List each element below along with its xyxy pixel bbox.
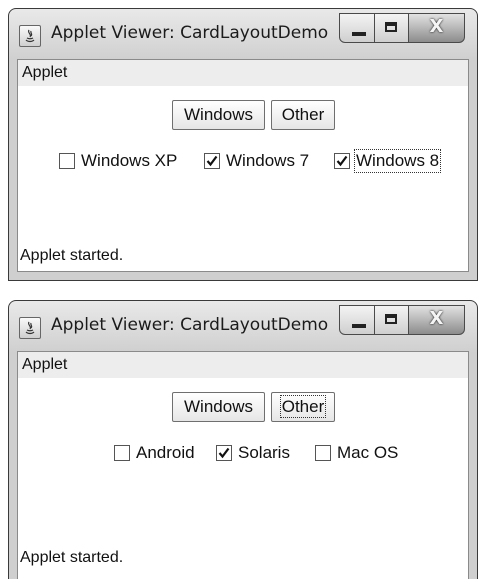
close-icon: X	[429, 308, 444, 329]
maximize-button[interactable]	[375, 13, 409, 43]
java-applet-icon	[19, 317, 41, 339]
checkbox-label: Windows 8	[353, 149, 442, 173]
checkbox-label: Windows 7	[226, 151, 310, 170]
checkbox-box[interactable]	[334, 153, 350, 169]
applet-window-2: Applet Viewer: CardLayoutDemo X Applet W…	[8, 300, 478, 579]
other-button[interactable]: Other	[271, 100, 335, 130]
checkbox-box[interactable]	[204, 153, 220, 169]
minimize-button[interactable]	[339, 13, 375, 43]
minimize-icon	[352, 32, 366, 36]
status-bar: Applet started.	[18, 543, 468, 573]
checkbox-row: Windows XP Windows 7 Windows 8	[18, 148, 468, 174]
checkbox-label: Solaris	[238, 443, 290, 462]
checkbox-box[interactable]	[216, 445, 232, 461]
maximize-icon	[385, 314, 397, 324]
other-button[interactable]: Other	[271, 392, 335, 422]
other-button-label: Other	[281, 105, 325, 124]
close-button[interactable]: X	[409, 305, 465, 335]
applet-area: Applet Windows Other Windows XP Windows …	[17, 59, 469, 272]
title-bar[interactable]: Applet Viewer: CardLayoutDemo X	[9, 9, 477, 59]
applet-area: Applet Windows Other Android Solaris Mac…	[17, 351, 469, 579]
minimize-icon	[352, 324, 366, 328]
menu-bar: Applet	[18, 352, 468, 378]
java-applet-icon	[19, 25, 41, 47]
checkmark-icon	[218, 447, 230, 459]
checkbox-label: Mac OS	[337, 443, 399, 462]
checkbox-box[interactable]	[59, 153, 75, 169]
minimize-button[interactable]	[339, 305, 375, 335]
maximize-button[interactable]	[375, 305, 409, 335]
windows-button[interactable]: Windows	[172, 100, 265, 130]
menu-applet[interactable]: Applet	[22, 356, 67, 374]
menu-bar: Applet	[18, 60, 468, 86]
applet-window-1: Applet Viewer: CardLayoutDemo X Applet W…	[8, 8, 478, 281]
window-title: Applet Viewer: CardLayoutDemo	[51, 23, 329, 43]
status-text: Applet started.	[20, 549, 124, 566]
windows-button-label: Windows	[184, 397, 253, 416]
close-button[interactable]: X	[409, 13, 465, 43]
window-title: Applet Viewer: CardLayoutDemo	[51, 315, 329, 335]
checkbox-label: Windows XP	[81, 151, 178, 170]
status-text: Applet started.	[20, 247, 124, 264]
windows-button-label: Windows	[184, 105, 253, 124]
checkbox-label: Android	[136, 443, 195, 462]
windows-button[interactable]: Windows	[172, 392, 265, 422]
maximize-icon	[385, 22, 397, 32]
checkbox-box[interactable]	[114, 445, 130, 461]
checkbox-row: Android Solaris Mac OS	[18, 440, 468, 466]
title-bar[interactable]: Applet Viewer: CardLayoutDemo X	[9, 301, 477, 351]
checkbox-box[interactable]	[315, 445, 331, 461]
status-bar: Applet started.	[18, 241, 468, 271]
menu-applet[interactable]: Applet	[22, 64, 67, 82]
checkmark-icon	[206, 155, 218, 167]
close-icon: X	[429, 16, 444, 37]
checkmark-icon	[336, 155, 348, 167]
other-button-label: Other	[279, 395, 327, 418]
